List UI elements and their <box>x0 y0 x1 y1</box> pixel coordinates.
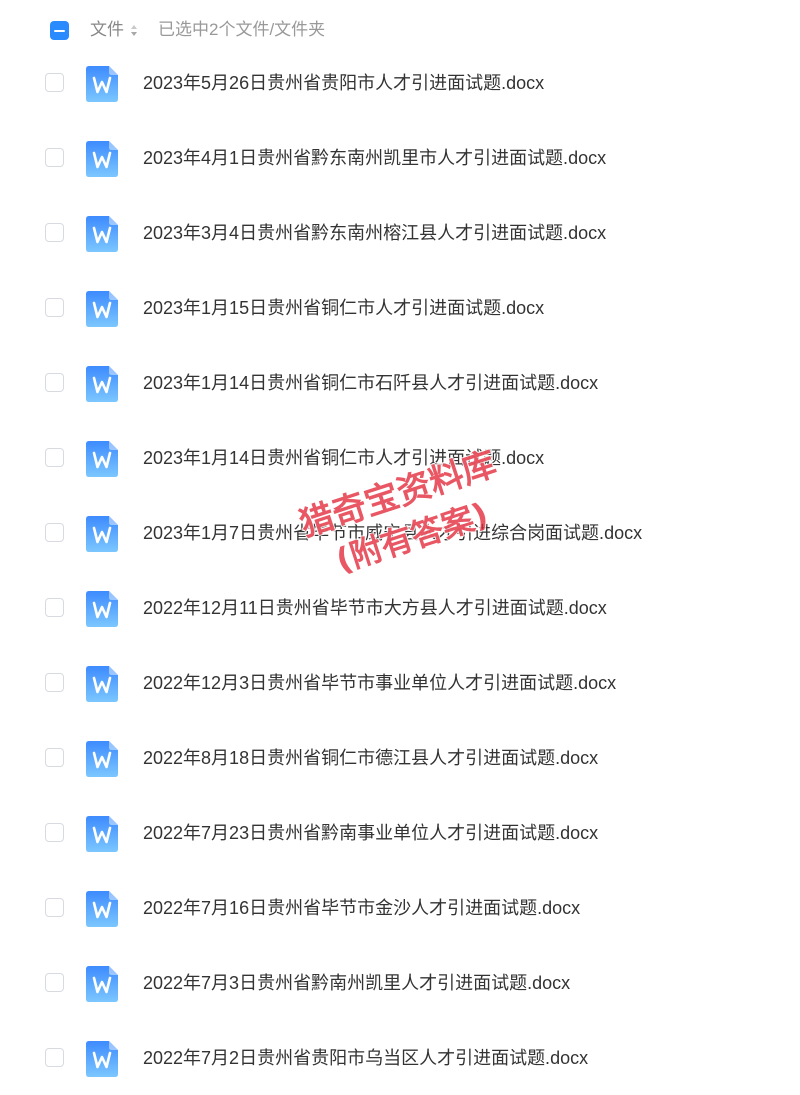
row-checkbox[interactable] <box>45 223 64 242</box>
row-checkbox[interactable] <box>45 298 64 317</box>
file-name[interactable]: 2023年1月15日贵州省铜仁市人才引进面试题.docx <box>143 297 544 319</box>
word-doc-icon <box>86 816 118 852</box>
file-name[interactable]: 2022年7月23日贵州省黔南事业单位人才引进面试题.docx <box>143 822 598 844</box>
row-checkbox[interactable] <box>45 598 64 617</box>
file-row[interactable]: 2023年4月1日贵州省黔东南州凯里市人才引进面试题.docx <box>0 120 800 195</box>
word-doc-icon <box>86 966 118 1002</box>
file-list: 2023年5月26日贵州省贵阳市人才引进面试题.docx 2023年4月1日贵州省… <box>0 45 800 1095</box>
file-row[interactable]: 2022年8月18日贵州省铜仁市德江县人才引进面试题.docx <box>0 720 800 795</box>
word-doc-icon <box>86 1041 118 1077</box>
file-row[interactable]: 2022年12月11日贵州省毕节市大方县人才引进面试题.docx <box>0 570 800 645</box>
file-row[interactable]: 2023年1月14日贵州省铜仁市人才引进面试题.docx <box>0 420 800 495</box>
word-doc-icon <box>86 666 118 702</box>
word-doc-icon <box>86 291 118 327</box>
selection-status: 已选中2个文件/文件夹 <box>158 20 326 39</box>
file-row[interactable]: 2023年1月14日贵州省铜仁市石阡县人才引进面试题.docx <box>0 345 800 420</box>
row-checkbox[interactable] <box>45 898 64 917</box>
file-name[interactable]: 2023年1月7日贵州省毕节市威宁县人才引进综合岗面试题.docx <box>143 522 642 544</box>
word-doc-icon <box>86 591 118 627</box>
row-checkbox[interactable] <box>45 823 64 842</box>
file-row[interactable]: 2022年7月16日贵州省毕节市金沙人才引进面试题.docx <box>0 870 800 945</box>
word-doc-icon <box>86 141 118 177</box>
word-doc-icon <box>86 366 118 402</box>
row-checkbox[interactable] <box>45 523 64 542</box>
select-all-checkbox-partial[interactable] <box>50 21 69 40</box>
file-name[interactable]: 2022年7月2日贵州省贵阳市乌当区人才引进面试题.docx <box>143 1047 588 1069</box>
word-doc-icon <box>86 216 118 252</box>
file-name[interactable]: 2023年1月14日贵州省铜仁市人才引进面试题.docx <box>143 447 544 469</box>
file-name[interactable]: 2023年4月1日贵州省黔东南州凯里市人才引进面试题.docx <box>143 147 606 169</box>
file-row[interactable]: 2023年1月15日贵州省铜仁市人才引进面试题.docx <box>0 270 800 345</box>
file-name[interactable]: 2022年12月11日贵州省毕节市大方县人才引进面试题.docx <box>143 597 607 619</box>
file-row[interactable]: 2022年12月3日贵州省毕节市事业单位人才引进面试题.docx <box>0 645 800 720</box>
row-checkbox[interactable] <box>45 73 64 92</box>
file-name[interactable]: 2023年3月4日贵州省黔东南州榕江县人才引进面试题.docx <box>143 222 606 244</box>
word-doc-icon <box>86 66 118 102</box>
word-doc-icon <box>86 891 118 927</box>
word-doc-icon <box>86 516 118 552</box>
row-checkbox[interactable] <box>45 973 64 992</box>
file-name[interactable]: 2022年12月3日贵州省毕节市事业单位人才引进面试题.docx <box>143 672 616 694</box>
row-checkbox[interactable] <box>45 373 64 392</box>
file-row[interactable]: 2023年5月26日贵州省贵阳市人才引进面试题.docx <box>0 45 800 120</box>
sort-icon[interactable] <box>130 24 138 37</box>
column-header-file[interactable]: 文件 <box>90 19 124 41</box>
file-row[interactable]: 2022年7月23日贵州省黔南事业单位人才引进面试题.docx <box>0 795 800 870</box>
row-checkbox[interactable] <box>45 673 64 692</box>
file-name[interactable]: 2022年7月3日贵州省黔南州凯里人才引进面试题.docx <box>143 972 570 994</box>
row-checkbox[interactable] <box>45 448 64 467</box>
file-name[interactable]: 2023年5月26日贵州省贵阳市人才引进面试题.docx <box>143 72 544 94</box>
file-row[interactable]: 2023年3月4日贵州省黔东南州榕江县人才引进面试题.docx <box>0 195 800 270</box>
file-name[interactable]: 2022年8月18日贵州省铜仁市德江县人才引进面试题.docx <box>143 747 598 769</box>
file-name[interactable]: 2022年7月16日贵州省毕节市金沙人才引进面试题.docx <box>143 897 580 919</box>
file-row[interactable]: 2022年7月3日贵州省黔南州凯里人才引进面试题.docx <box>0 945 800 1020</box>
file-row[interactable]: 2023年1月7日贵州省毕节市威宁县人才引进综合岗面试题.docx <box>0 495 800 570</box>
row-checkbox[interactable] <box>45 148 64 167</box>
file-row[interactable]: 2022年7月2日贵州省贵阳市乌当区人才引进面试题.docx <box>0 1020 800 1095</box>
row-checkbox[interactable] <box>45 1048 64 1067</box>
row-checkbox[interactable] <box>45 748 64 767</box>
word-doc-icon <box>86 741 118 777</box>
word-doc-icon <box>86 441 118 477</box>
file-name[interactable]: 2023年1月14日贵州省铜仁市石阡县人才引进面试题.docx <box>143 372 598 394</box>
